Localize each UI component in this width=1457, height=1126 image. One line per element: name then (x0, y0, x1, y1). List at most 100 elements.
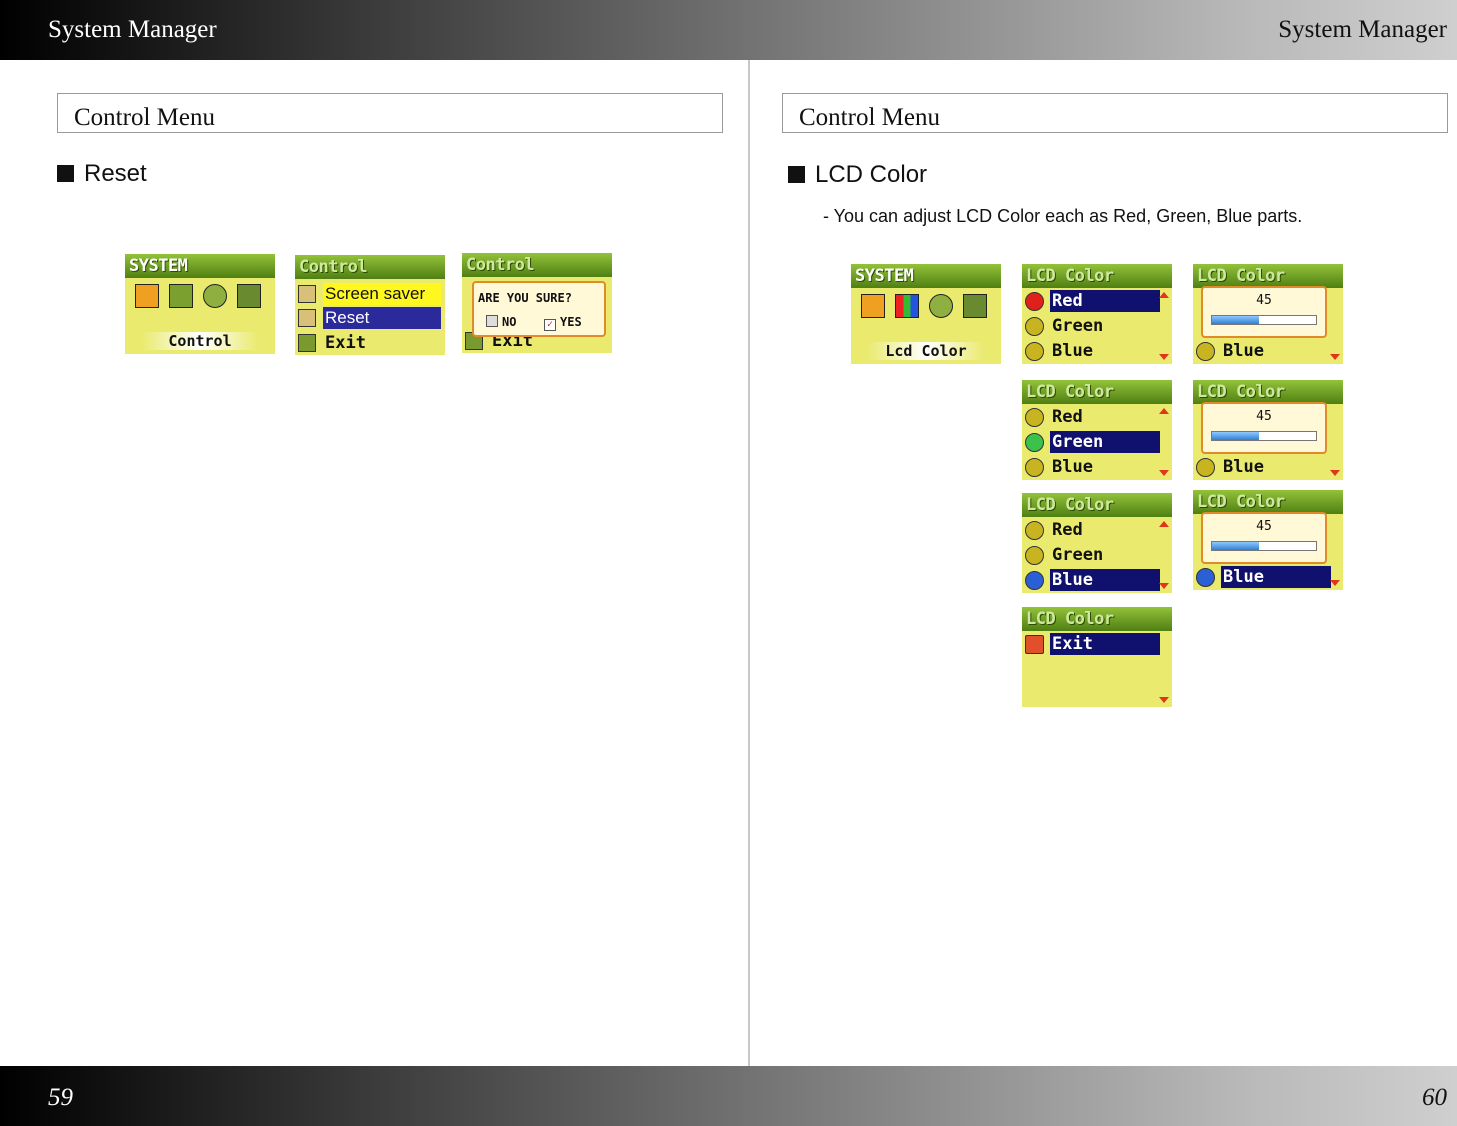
slider-value: 45 (1256, 519, 1272, 534)
subheading-text: Reset (84, 160, 147, 187)
menu-item-blue: Blue (1193, 339, 1343, 364)
bullet-square-icon (788, 166, 805, 183)
menu-item-label: Blue (1223, 457, 1264, 477)
menu-item-red: Red (1022, 289, 1172, 314)
menu-item-label: Blue (1052, 341, 1093, 361)
menu-item-blue: Blue (1022, 568, 1172, 593)
screen-title: LCD Color (1197, 492, 1285, 512)
neutral-ball-icon (1025, 458, 1044, 477)
page-number-right: 60 (1422, 1084, 1447, 1111)
lcd-screen-blue-slider: LCD Color Blue 45 (1193, 490, 1343, 590)
scroll-down-icon (1159, 697, 1169, 703)
slider-track (1211, 541, 1317, 551)
menu-item-label: Blue (1223, 341, 1264, 361)
screen-title: LCD Color (1026, 495, 1114, 515)
section-title-right: Control Menu (782, 93, 1448, 133)
menu-item-label: Blue (1221, 566, 1331, 588)
menu-item-blue: Blue (1022, 455, 1172, 480)
confirm-no-option: NO (486, 315, 516, 329)
menu-item-label: Red (1052, 407, 1083, 427)
neutral-ball-icon (1025, 342, 1044, 361)
subheading-lcd-color: LCD Color (788, 161, 927, 189)
menu-item-red: Red (1022, 518, 1172, 543)
clock-icon (203, 284, 227, 308)
menu-item-label: Reset (323, 307, 441, 329)
green-ball-icon (1025, 433, 1044, 452)
slider-fill (1212, 432, 1259, 440)
scroll-down-icon (1330, 354, 1340, 360)
lcd-screen-confirm: Control Exit ARE YOU SURE? NO ✓ YES (462, 253, 612, 353)
menu-item-red: Red (1022, 405, 1172, 430)
screen-saver-icon (298, 285, 316, 303)
screen-title: LCD Color (1197, 266, 1285, 286)
confirm-yes-option: ✓ YES (544, 315, 582, 331)
menu-item-label: Screen saver (323, 283, 441, 305)
menu-item-green: Green (1022, 314, 1172, 339)
subheading-text: LCD Color (815, 161, 928, 188)
scroll-down-icon (1159, 354, 1169, 360)
confirm-dialog: ARE YOU SURE? NO ✓ YES (472, 281, 606, 337)
confirm-yes-label: YES (560, 315, 582, 329)
exit-icon (237, 284, 261, 308)
screen-title: Control (466, 255, 535, 275)
exit-icon (1025, 635, 1044, 654)
page-number-left: 59 (48, 1084, 73, 1111)
scroll-down-icon (1159, 470, 1169, 476)
menu-item-label: Green (1052, 545, 1104, 565)
screen-title: Control (299, 257, 368, 277)
value-slider-popup: 45 (1201, 286, 1327, 338)
menu-item-label: Green (1050, 431, 1160, 453)
clock-icon (929, 294, 953, 318)
lcd-screen-green-slider: LCD Color Blue 45 (1193, 380, 1343, 480)
scroll-up-icon (1159, 408, 1169, 414)
subheading-reset: Reset (57, 160, 147, 188)
section-title-left: Control Menu (57, 93, 723, 133)
slider-track (1211, 431, 1317, 441)
lcd-screen-system: SYSTEM Lcd Color (851, 264, 1001, 364)
scroll-up-icon (1159, 292, 1169, 298)
screen-title: SYSTEM (855, 266, 914, 286)
blue-ball-icon (1196, 568, 1215, 587)
menu-item-label: Red (1052, 520, 1083, 540)
bullet-square-icon (57, 165, 74, 182)
menu-item-green: Green (1022, 430, 1172, 455)
menu-item-exit: Exit (1022, 632, 1172, 657)
lcd-screen-blue-selected: LCD Color Red Green Blue (1022, 493, 1172, 593)
menu-item-label: Exit (325, 333, 366, 353)
value-slider-popup: 45 (1201, 402, 1327, 454)
screen-title: LCD Color (1026, 609, 1114, 629)
blue-ball-icon (1025, 571, 1044, 590)
lcd-screen-red-selected: LCD Color Red Green Blue (1022, 264, 1172, 364)
menu-item-reset: Reset (295, 306, 445, 330)
menu-item-label: Blue (1052, 457, 1093, 477)
red-ball-icon (1025, 292, 1044, 311)
confirm-question: ARE YOU SURE? (478, 291, 572, 305)
page-header-bar (0, 0, 1457, 60)
screen-title: LCD Color (1026, 382, 1114, 402)
menu-item-exit: Exit (295, 331, 445, 355)
lcd-screen-red-slider: LCD Color Blue 45 (1193, 264, 1343, 364)
screen-title: SYSTEM (129, 256, 188, 276)
slider-fill (1212, 316, 1259, 324)
checkbox-icon (486, 315, 498, 327)
lcd-color-icon (169, 284, 193, 308)
slider-fill (1212, 542, 1259, 550)
slider-value: 45 (1256, 293, 1272, 308)
screen-title: LCD Color (1197, 382, 1285, 402)
confirm-no-label: NO (502, 315, 517, 329)
checkmark-icon: ✓ (544, 319, 556, 331)
neutral-ball-icon (1196, 342, 1215, 361)
lcd-screen-system: SYSTEM Control (125, 254, 275, 354)
neutral-ball-icon (1025, 317, 1044, 336)
description-text: - You can adjust LCD Color each as Red, … (823, 206, 1303, 226)
lcd-screen-control: Control Screen saver Reset Exit (295, 255, 445, 355)
screen-footer-label: Lcd Color (867, 342, 985, 360)
exit-icon (298, 334, 316, 352)
menu-item-label: Red (1050, 290, 1160, 312)
page-divider (748, 60, 750, 1066)
menu-item-label: Blue (1050, 569, 1160, 591)
screen-footer-label: Control (141, 332, 259, 350)
header-title-right: System Manager (1278, 16, 1447, 43)
header-title-left: System Manager (48, 16, 217, 43)
slider-track (1211, 315, 1317, 325)
